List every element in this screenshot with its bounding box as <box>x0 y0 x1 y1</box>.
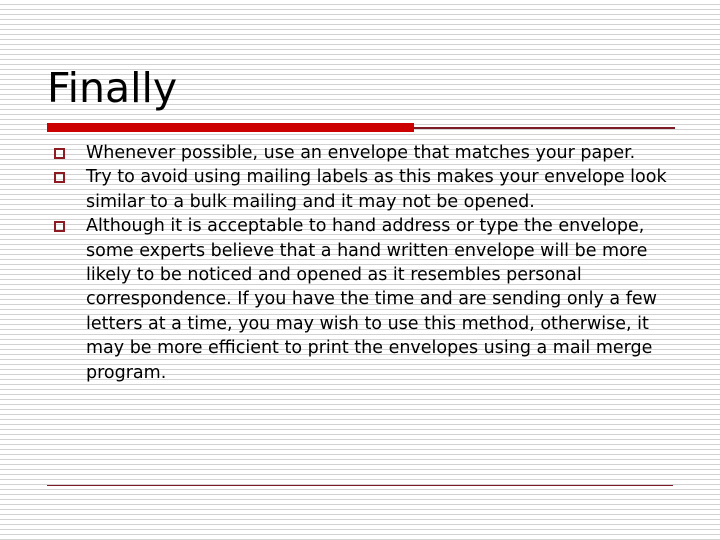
hollow-square-bullet-icon <box>54 221 65 233</box>
list-item-label: Try to avoid using mailing labels as thi… <box>86 167 667 212</box>
slide-title-container: Finally <box>47 64 677 120</box>
footer-divider <box>47 485 673 486</box>
slide-body-bullet-list: Whenever possible, use an envelope that … <box>47 141 679 385</box>
list-item: Although it is acceptable to hand addres… <box>47 214 679 385</box>
hollow-square-bullet-icon <box>54 148 65 159</box>
hollow-square-bullet-icon <box>54 172 65 184</box>
list-item-label: Although it is acceptable to hand addres… <box>86 216 657 383</box>
presentation-slide: Finally Whenever possible, use an envelo… <box>0 0 720 540</box>
title-divider <box>47 123 675 132</box>
page-title: Finally <box>47 64 178 112</box>
list-item: Try to avoid using mailing labels as thi… <box>47 165 679 214</box>
title-divider-thick-bar <box>47 123 414 132</box>
list-item: Whenever possible, use an envelope that … <box>47 141 679 165</box>
list-item-label: Whenever possible, use an envelope that … <box>86 143 636 163</box>
